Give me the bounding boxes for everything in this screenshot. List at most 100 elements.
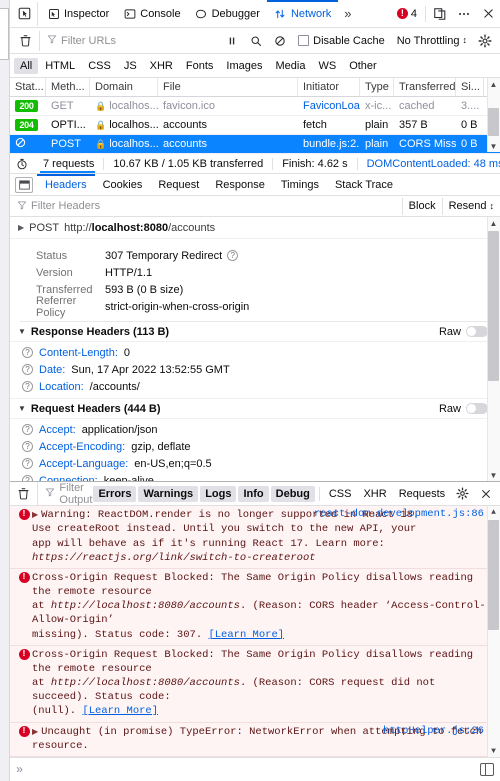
block-button[interactable]: Block [401, 197, 442, 215]
type-filter-images[interactable]: Images [220, 58, 268, 74]
console-filter-debug[interactable]: Debug [270, 485, 315, 502]
tab-timings[interactable]: Timings [273, 174, 327, 195]
tab-network[interactable]: Network [267, 0, 338, 27]
tab-cookies[interactable]: Cookies [95, 174, 151, 195]
pause-icon[interactable] [220, 29, 244, 53]
scroll-down-icon[interactable]: ▼ [488, 469, 499, 481]
column-header-initiator[interactable]: Initiator [298, 78, 360, 96]
learn-more-link[interactable]: [Learn More] [208, 629, 284, 641]
header-key[interactable]: Location: [39, 381, 84, 393]
error-count-badge[interactable]: ! 4 [391, 8, 423, 20]
filter-headers-input[interactable]: Filter Headers [10, 200, 402, 213]
responsive-design-mode-icon[interactable] [428, 2, 452, 26]
console-settings-gear-icon[interactable] [451, 482, 474, 506]
console-filter-warnings[interactable]: Warnings [138, 485, 199, 502]
expand-triangle-icon[interactable]: ▶ [32, 728, 38, 737]
console-message-error[interactable]: ! ▶ Warning: ReactDOM.render is no longer… [10, 506, 500, 569]
toggle-detail-panel-icon[interactable] [15, 176, 33, 193]
resend-button[interactable]: Resend ↕ [441, 197, 500, 215]
console-filter-xhr[interactable]: XHR [358, 486, 391, 502]
cell-initiator[interactable]: FaviconLoa... [298, 100, 360, 112]
search-icon[interactable] [244, 29, 268, 53]
help-icon[interactable]: ? [22, 364, 33, 375]
table-row-selected[interactable]: POST 🔒 localhos... accounts bundle.js:2.… [10, 135, 500, 154]
learn-more-link[interactable]: [Learn More] [82, 705, 158, 717]
header-key[interactable]: Accept-Language: [39, 458, 128, 470]
block-requests-icon[interactable] [268, 29, 292, 53]
header-key[interactable]: Accept-Encoding: [39, 441, 125, 453]
help-icon[interactable]: ? [22, 441, 33, 452]
disable-cache-checkbox[interactable]: Disable Cache [292, 35, 391, 47]
console-message-error[interactable]: ! ▶ Uncaught (in promise) TypeError: Netw… [10, 722, 500, 757]
tab-headers[interactable]: Headers [37, 174, 95, 195]
console-message-source[interactable]: httpHelper.js:26 [383, 725, 484, 737]
tab-inspector[interactable]: Inspector [40, 0, 116, 27]
scroll-up-icon[interactable]: ▲ [488, 506, 499, 518]
header-key[interactable]: Connection: [39, 475, 98, 482]
network-settings-gear-icon[interactable] [473, 29, 497, 53]
table-row[interactable]: 200 GET 🔒 localhos... favicon.ico Favico… [10, 97, 500, 116]
tab-stack-trace[interactable]: Stack Trace [327, 174, 401, 195]
cell-initiator[interactable]: bundle.js:2... [298, 138, 360, 150]
collapse-triangle-icon[interactable]: ▼ [18, 327, 26, 336]
filter-urls-input[interactable]: Filter URLs [39, 30, 220, 51]
header-key[interactable]: Date: [39, 364, 65, 376]
console-scrollbar[interactable]: ▲ ▼ [487, 506, 500, 757]
throttling-select[interactable]: No Throttling ↕ [391, 35, 473, 47]
scrollbar-thumb[interactable] [488, 108, 499, 136]
split-console-icon[interactable] [480, 763, 494, 776]
request-headers-group[interactable]: ▼ Request Headers (444 B) Raw [10, 399, 500, 419]
clear-requests-icon[interactable] [13, 29, 37, 53]
console-message-error[interactable]: ! Cross-Origin Request Blocked: The Same… [10, 645, 500, 723]
header-key[interactable]: Accept: [39, 424, 76, 436]
column-header-transferred[interactable]: Transferred [394, 78, 456, 96]
request-table-scrollbar[interactable]: ▲ ▼ [487, 78, 500, 152]
type-filter-xhr[interactable]: XHR [144, 58, 179, 74]
meatball-menu-icon[interactable] [452, 2, 476, 26]
console-close-icon[interactable] [475, 482, 498, 506]
type-filter-ws[interactable]: WS [312, 58, 342, 74]
column-header-method[interactable]: Meth... [46, 78, 90, 96]
scroll-up-icon[interactable]: ▲ [488, 217, 499, 229]
type-filter-fonts[interactable]: Fonts [180, 58, 220, 74]
table-row[interactable]: 204 OPTI... 🔒 localhos... accounts fetch… [10, 116, 500, 135]
response-headers-group[interactable]: ▼ Response Headers (113 B) Raw [10, 322, 500, 342]
type-filter-html[interactable]: HTML [39, 58, 81, 74]
type-filter-css[interactable]: CSS [82, 58, 117, 74]
raw-toggle[interactable] [466, 403, 488, 414]
console-filter-css[interactable]: CSS [324, 486, 357, 502]
element-picker-icon[interactable] [12, 1, 38, 26]
scroll-down-icon[interactable]: ▼ [488, 140, 499, 152]
help-icon[interactable]: ? [22, 347, 33, 358]
tab-response[interactable]: Response [207, 174, 273, 195]
console-message-source[interactable]: react-dom.development.js:86 [314, 508, 484, 520]
type-filter-other[interactable]: Other [343, 58, 383, 74]
msg-link[interactable]: https://reactjs.org/link/switch-to-creat… [32, 552, 316, 564]
help-icon[interactable]: ? [227, 250, 239, 261]
scrollbar-thumb[interactable] [488, 231, 499, 381]
raw-toggle[interactable] [466, 326, 488, 337]
console-input-row[interactable]: » [10, 757, 500, 781]
help-icon[interactable]: ? [22, 381, 33, 392]
console-message-error[interactable]: ! Cross-Origin Request Blocked: The Same… [10, 568, 500, 646]
column-header-status[interactable]: Stat... [10, 78, 46, 96]
scrollbar-thumb[interactable] [488, 520, 499, 631]
header-key[interactable]: Content-Length: [39, 347, 118, 359]
headers-scrollbar[interactable]: ▲ ▼ [487, 217, 500, 482]
console-filter-errors[interactable]: Errors [93, 485, 137, 502]
console-filter-logs[interactable]: Logs [200, 485, 237, 502]
column-header-domain[interactable]: Domain [90, 78, 158, 96]
request-url-row[interactable]: ▶ POST http://localhost:8080/accounts [10, 217, 500, 239]
console-filter-requests[interactable]: Requests [394, 486, 450, 502]
help-icon[interactable]: ? [22, 424, 33, 435]
column-header-type[interactable]: Type [360, 78, 394, 96]
tab-console[interactable]: Console [116, 0, 187, 27]
tab-request[interactable]: Request [150, 174, 207, 195]
type-filter-media[interactable]: Media [269, 58, 311, 74]
scroll-up-icon[interactable]: ▲ [488, 78, 499, 90]
filter-output-input[interactable]: Filter Output [37, 481, 92, 506]
clear-console-icon[interactable] [12, 482, 35, 506]
type-filter-js[interactable]: JS [118, 58, 143, 74]
scroll-down-icon[interactable]: ▼ [488, 745, 499, 757]
more-tools-chevron-icon[interactable]: » [338, 6, 357, 21]
